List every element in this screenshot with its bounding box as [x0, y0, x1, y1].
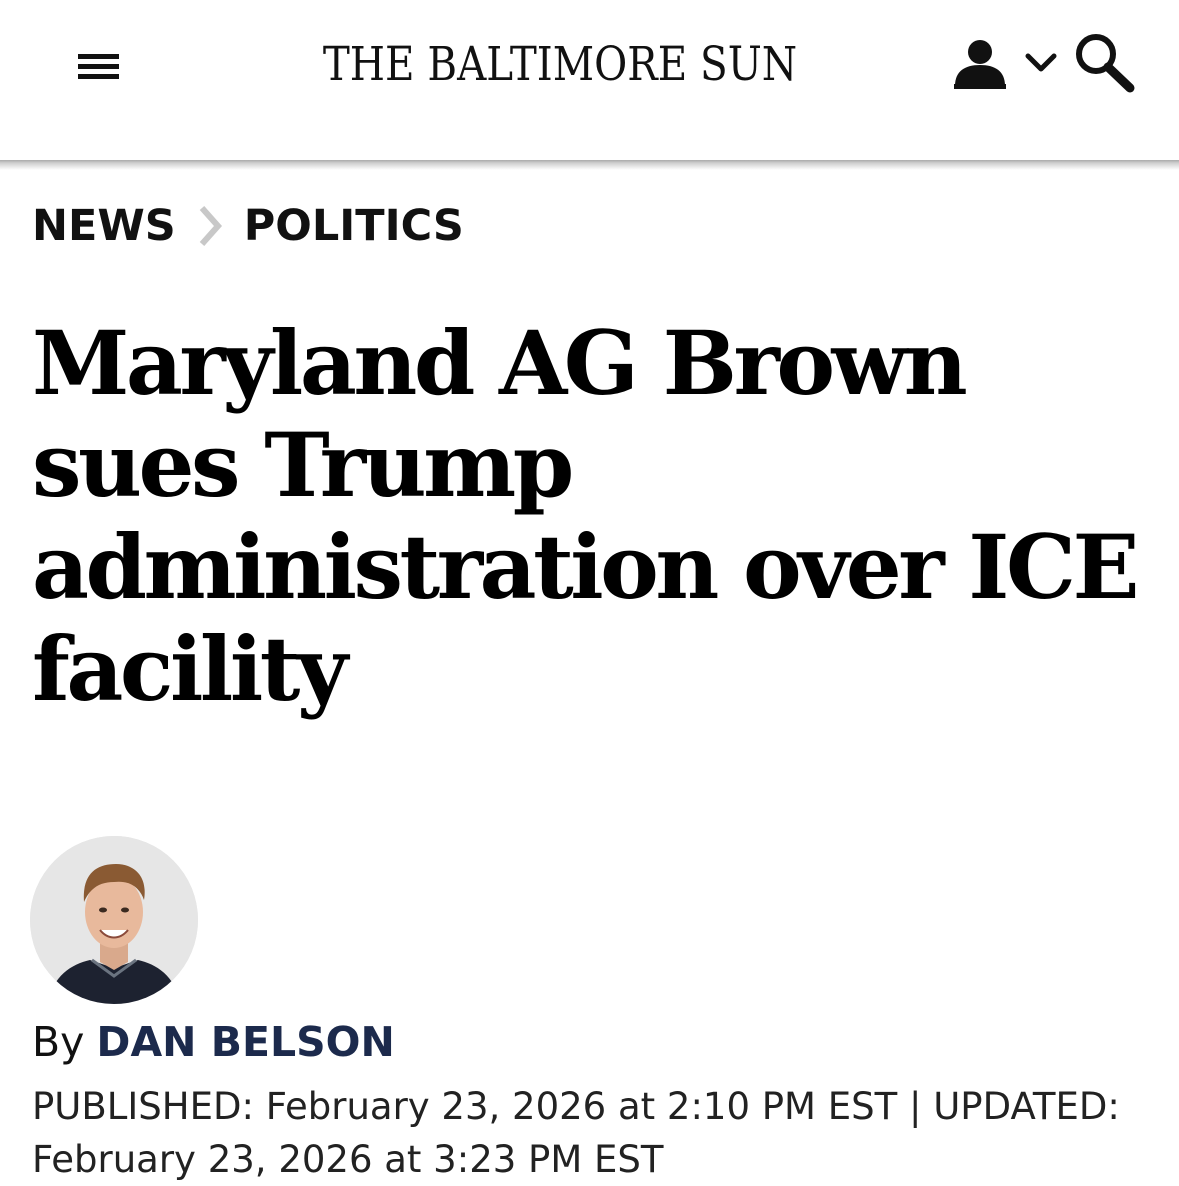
dateline-separator: |: [908, 1085, 922, 1128]
hamburger-menu-icon-bar: [78, 74, 119, 79]
author-photo: [30, 836, 198, 1004]
author-avatar[interactable]: [30, 836, 198, 1004]
breadcrumb-item-news[interactable]: NEWS: [32, 201, 176, 251]
chevron-right-icon: [196, 204, 224, 248]
article-dateline: PUBLISHED: February 23, 2026 at 2:10 PM …: [32, 1080, 1142, 1186]
header-divider: [0, 160, 1179, 170]
byline-prefix: By: [32, 1018, 85, 1066]
site-header: THE BALTIMORE SUN: [0, 0, 1179, 160]
updated-date: February 23, 2026 at 3:23 PM EST: [32, 1138, 664, 1181]
masthead-logo[interactable]: THE BALTIMORE SUN: [311, 34, 810, 96]
hamburger-menu-icon: [78, 54, 119, 59]
article-headline: Maryland AG Brown sues Trump administrat…: [32, 311, 1140, 721]
author-name-link[interactable]: DAN BELSON: [96, 1018, 394, 1066]
published-date: February 23, 2026 at 2:10 PM EST: [265, 1085, 898, 1128]
byline: By DAN BELSON: [32, 1014, 395, 1070]
user-icon: [954, 40, 1006, 89]
updated-label: UPDATED:: [933, 1085, 1120, 1128]
breadcrumb-item-politics[interactable]: POLITICS: [244, 201, 464, 251]
search-icon: [1076, 34, 1135, 93]
account-button[interactable]: [950, 38, 1062, 94]
published-label: PUBLISHED:: [32, 1085, 254, 1128]
search-button[interactable]: [1072, 30, 1136, 94]
hamburger-menu-icon-bar: [78, 64, 119, 69]
chevron-down-icon: [1025, 53, 1057, 72]
breadcrumb: NEWS POLITICS: [32, 196, 464, 256]
menu-button[interactable]: [74, 50, 122, 84]
